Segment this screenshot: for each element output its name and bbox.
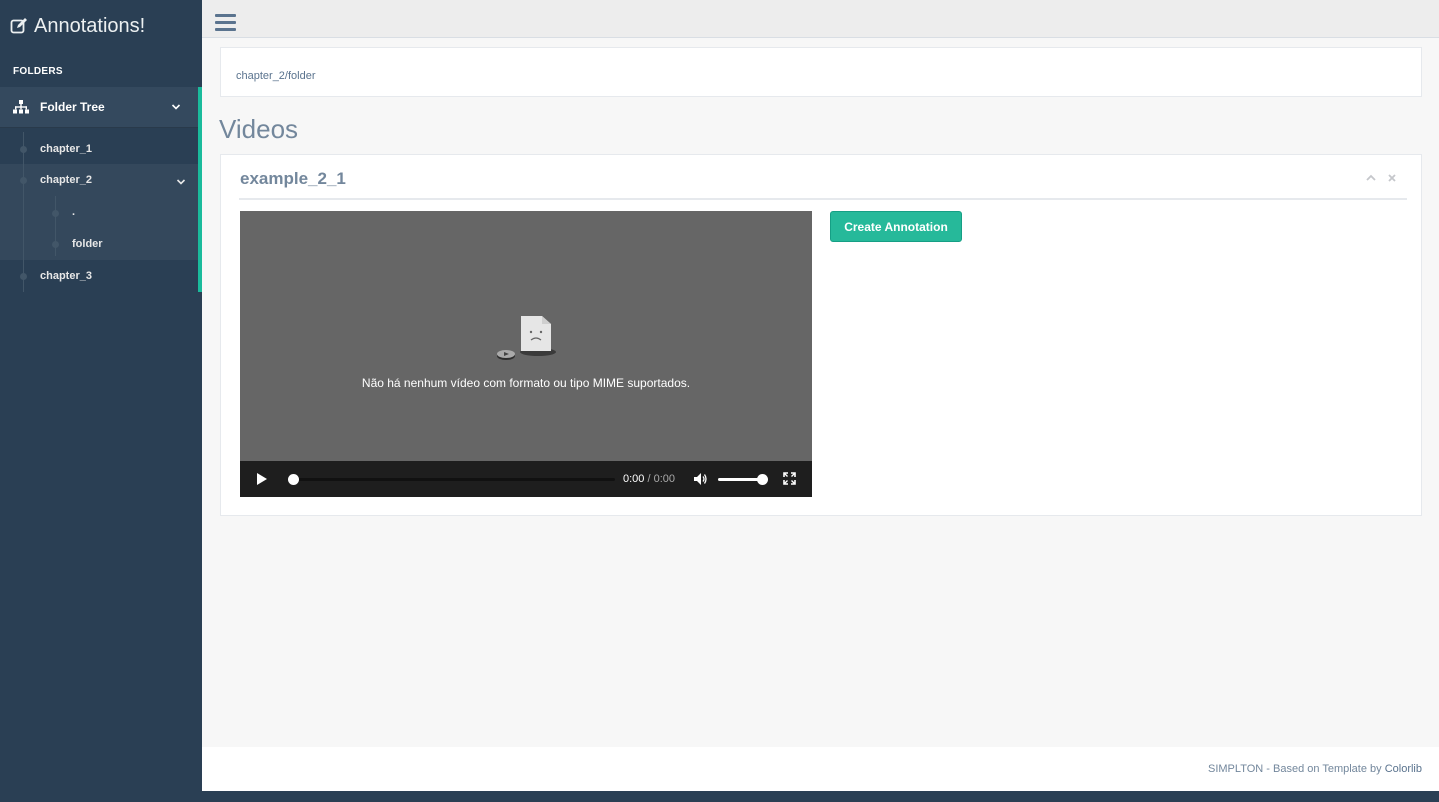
time-total: 0:00 xyxy=(653,473,676,485)
sidebar: Annotations! FOLDERS Folder Tree chapter… xyxy=(0,0,202,802)
page-title: Videos xyxy=(219,114,299,144)
progress-knob[interactable] xyxy=(288,474,299,485)
volume-icon[interactable] xyxy=(693,472,708,486)
video-player[interactable]: Não há nenhum vídeo com formato ou tipo … xyxy=(240,211,812,497)
volume-slider[interactable] xyxy=(718,474,768,485)
time-separator: / xyxy=(647,473,651,485)
volume-knob[interactable] xyxy=(757,474,768,485)
chevron-up-icon[interactable] xyxy=(1366,173,1376,183)
edit-icon xyxy=(10,18,27,34)
video-controls: 0:00 / 0:00 xyxy=(240,461,812,497)
tree-dot xyxy=(20,146,27,153)
progress-bar[interactable] xyxy=(288,474,615,485)
close-icon[interactable] xyxy=(1387,173,1397,183)
bottom-strip xyxy=(202,791,1439,802)
tree-dot xyxy=(20,273,27,280)
tree-item-chapter-2[interactable]: chapter_2 xyxy=(40,174,92,186)
footer-credit: SIMPLTON - Based on Template by xyxy=(1208,763,1385,775)
sitemap-icon xyxy=(13,100,29,114)
folder-tree-toggle[interactable]: Folder Tree xyxy=(0,87,198,128)
time-display: 0:00 / 0:00 xyxy=(623,473,675,485)
chevron-down-icon[interactable] xyxy=(176,177,186,187)
folder-tree-label: Folder Tree xyxy=(40,100,105,114)
panel-title: example_2_1 xyxy=(240,169,346,188)
brand[interactable]: Annotations! xyxy=(10,12,145,40)
panel-tools xyxy=(1366,173,1397,183)
footer: SIMPLTON - Based on Template by Colorlib xyxy=(202,747,1439,791)
colorlib-link[interactable]: Colorlib xyxy=(1385,763,1422,775)
chevron-down-icon xyxy=(171,104,181,110)
tree-dot xyxy=(20,177,27,184)
time-current: 0:00 xyxy=(623,473,645,485)
video-error-message: Não há nenhum vídeo com formato ou tipo … xyxy=(361,376,691,390)
tree-item-dot[interactable]: . xyxy=(72,206,75,218)
tree-item-chapter-3[interactable]: chapter_3 xyxy=(40,270,92,282)
tree-item-folder[interactable]: folder xyxy=(72,238,103,250)
menu-toggle-icon[interactable] xyxy=(215,14,236,32)
breadcrumb-box: chapter_2/folder xyxy=(220,47,1422,97)
unsupported-video-icon xyxy=(497,316,556,360)
breadcrumb: chapter_2/folder xyxy=(236,70,316,82)
video-panel: example_2_1 Não há nenhum vídeo com form… xyxy=(220,154,1422,516)
create-annotation-button[interactable]: Create Annotation xyxy=(830,211,962,242)
footer-text: SIMPLTON - Based on Template by Colorlib xyxy=(1208,763,1422,775)
tree-item-chapter-1[interactable]: chapter_1 xyxy=(40,143,92,155)
main-content: chapter_2/folder Videos example_2_1 Não … xyxy=(202,38,1439,747)
fullscreen-icon[interactable] xyxy=(783,472,796,485)
top-nav xyxy=(202,0,1439,38)
panel-divider xyxy=(239,198,1407,200)
brand-title: Annotations! xyxy=(34,14,146,37)
tree-dot xyxy=(52,210,59,217)
tree-dot xyxy=(52,241,59,248)
folders-section-title: FOLDERS xyxy=(13,66,63,77)
play-icon[interactable] xyxy=(256,472,268,486)
tree-line xyxy=(23,132,24,292)
